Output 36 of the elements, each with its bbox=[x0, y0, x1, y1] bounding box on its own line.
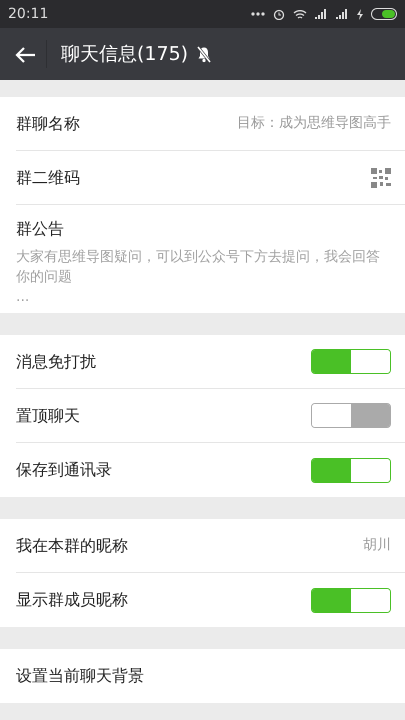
item-label: 群聊名称 bbox=[16, 112, 80, 134]
signal-icon bbox=[315, 9, 328, 19]
item-label: 设置当前聊天背景 bbox=[16, 665, 144, 687]
settings-item[interactable]: 消息免打扰 bbox=[16, 335, 405, 389]
item-value: 目标：成为思维导图高手 bbox=[237, 114, 391, 133]
announcement-item[interactable]: 群公告 大家有思维导图疑问，可以到公众号下方去提问，我会回答你的问题 ... bbox=[16, 205, 405, 313]
more-icon bbox=[251, 12, 265, 16]
announcement-text: 大家有思维导图疑问，可以到公众号下方去提问，我会回答你的问题 bbox=[16, 248, 381, 287]
qr-code-icon bbox=[371, 168, 391, 188]
chat-info-title: 聊天信息(175) bbox=[61, 42, 188, 67]
settings-item[interactable]: 保存到通讯录 bbox=[16, 443, 405, 497]
charging-icon bbox=[357, 8, 363, 20]
wifi-icon bbox=[293, 8, 307, 20]
settings-item[interactable]: 置顶聊天 bbox=[16, 389, 405, 443]
settings-item[interactable]: 群聊名称 目标：成为思维导图高手 bbox=[16, 97, 405, 151]
item-label: 置顶聊天 bbox=[16, 404, 80, 426]
settings-item[interactable]: 我在本群的昵称 胡川 bbox=[16, 519, 405, 573]
alarm-icon bbox=[273, 8, 285, 20]
signal-icon bbox=[336, 9, 349, 19]
item-label: 群二维码 bbox=[16, 166, 80, 188]
item-label: 显示群成员昵称 bbox=[16, 589, 128, 611]
toggle-switch[interactable] bbox=[311, 403, 391, 428]
item-value: 胡川 bbox=[363, 536, 391, 555]
item-label: 消息免打扰 bbox=[16, 350, 96, 372]
settings-item[interactable]: 群二维码 bbox=[16, 151, 405, 205]
item-label: 保存到通讯录 bbox=[16, 459, 112, 481]
toggle-switch[interactable] bbox=[311, 458, 391, 482]
battery-icon bbox=[371, 8, 397, 20]
more-text: ... bbox=[16, 288, 30, 307]
back-arrow-icon bbox=[14, 46, 36, 64]
item-label: 群公告 bbox=[16, 218, 65, 240]
toggle-switch[interactable] bbox=[311, 349, 391, 374]
item-label: 我在本群的昵称 bbox=[16, 534, 128, 556]
settings-item[interactable]: 显示群成员昵称 bbox=[16, 573, 405, 627]
clock-time: 20:11 bbox=[8, 4, 48, 24]
toggle-switch[interactable] bbox=[311, 588, 391, 612]
